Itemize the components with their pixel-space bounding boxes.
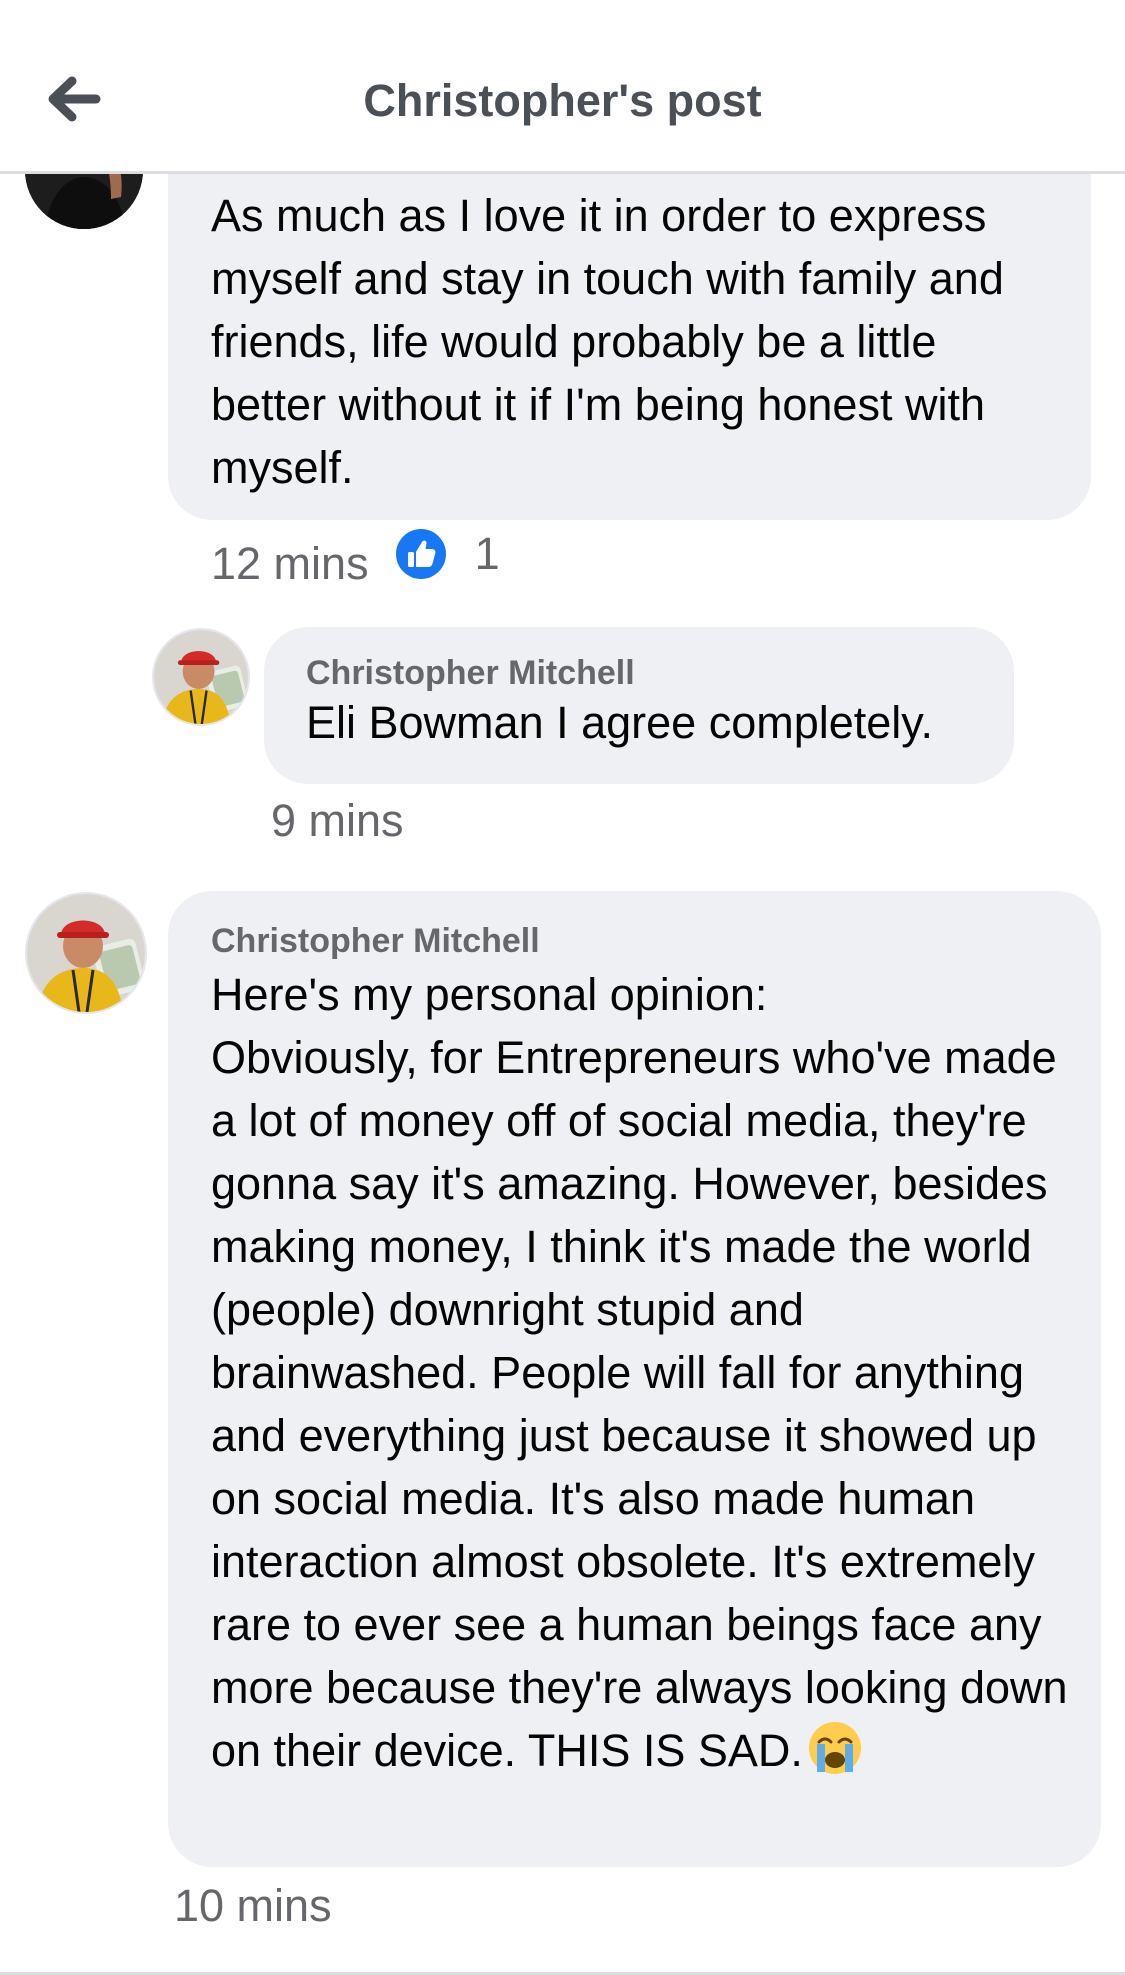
comment-meta: 9 mins: [271, 795, 404, 847]
loudly-crying-face-icon: [807, 1720, 863, 1776]
comment-timestamp[interactable]: 10 mins: [174, 1880, 332, 1932]
avatar[interactable]: [25, 892, 147, 1014]
comment-body: Here's my personal opinion: Obviously, f…: [211, 969, 1068, 1776]
comment-meta: 12 mins 1: [211, 528, 500, 590]
like-icon[interactable]: [395, 528, 447, 580]
author-name[interactable]: Christopher Mitchell: [211, 919, 1071, 963]
avatar[interactable]: [152, 628, 250, 726]
reaction-count: 1: [474, 528, 500, 579]
comment-text: Eli Bowman I agree completely.: [306, 697, 933, 748]
comment-meta: 10 mins: [174, 1880, 332, 1932]
comment-timestamp[interactable]: 12 mins: [211, 538, 369, 590]
comment-text: As much as I love it in order to express…: [211, 190, 1004, 493]
comment-bubble[interactable]: Christopher Mitchell Here's my personal …: [168, 891, 1101, 1867]
page-title: Christopher's post: [363, 75, 762, 126]
comment-timestamp[interactable]: 9 mins: [271, 795, 404, 847]
top-bar: Christopher's post: [0, 0, 1125, 174]
comment-text: Here's my personal opinion: Obviously, f…: [211, 963, 1071, 1782]
author-name[interactable]: Christopher Mitchell: [306, 651, 984, 695]
reply-bubble[interactable]: Christopher Mitchell Eli Bowman I agree …: [264, 627, 1014, 784]
